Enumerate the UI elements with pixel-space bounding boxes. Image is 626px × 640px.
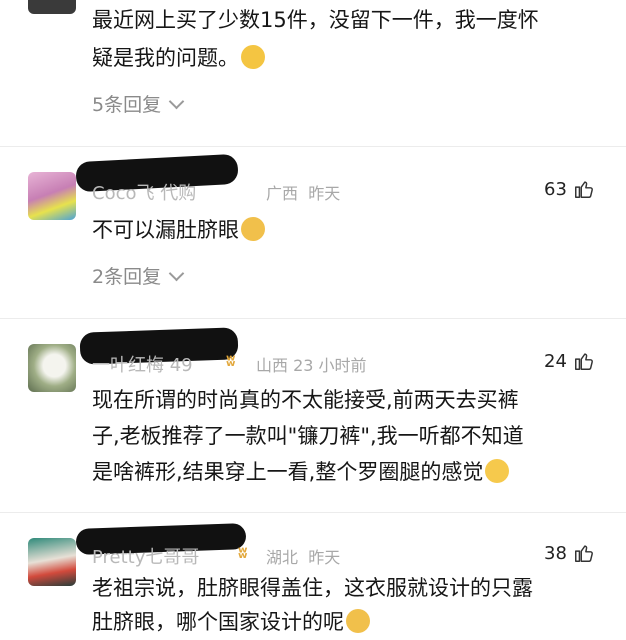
like-button[interactable]: 63 — [544, 178, 595, 200]
comment-text-line: 肚脐眼，哪个国家设计的呢 — [92, 606, 370, 638]
comment-text-line: 子,老板推荐了一款叫"镰刀裤",我一听都不知道 — [92, 424, 524, 448]
view-replies-button[interactable]: 5条回复 — [92, 90, 185, 117]
divider — [0, 512, 626, 513]
cat-emoji-icon — [346, 609, 370, 633]
like-button[interactable]: 24 — [544, 350, 595, 372]
cat-emoji-icon — [241, 217, 265, 241]
comment-text-line: 老祖宗说，肚脐眼得盖住，这衣服就设计的只露 — [92, 576, 533, 600]
divider — [0, 318, 626, 319]
comment-meta: 广西 昨天 — [266, 184, 341, 203]
view-replies-button[interactable]: 2条回复 — [92, 262, 185, 289]
comment-meta: 山西 23 小时前 — [256, 356, 367, 375]
laughing-crying-emoji-icon — [241, 45, 265, 69]
thumbs-up-icon — [574, 353, 593, 370]
username[interactable]: 一叶红梅 49 — [92, 351, 193, 377]
username[interactable]: Coco飞 代购 — [92, 179, 196, 205]
comment-text-line: 不可以漏肚脐眼 — [92, 214, 265, 246]
avatar-partial[interactable] — [28, 0, 76, 14]
avatar[interactable] — [28, 172, 76, 220]
avatar[interactable] — [28, 538, 76, 586]
comment-text-line: 现在所谓的时尚真的不太能接受,前两天去买裤 — [92, 388, 519, 412]
comment-text-line: 最近网上买了少数15件，没留下一件，我一度怀 — [92, 8, 539, 32]
chevron-down-icon — [168, 93, 185, 109]
divider — [0, 146, 626, 147]
vip-badge-icon: ʬ — [238, 543, 248, 562]
thumbs-up-icon — [574, 181, 593, 198]
like-button[interactable]: 38 — [544, 542, 595, 564]
thumbs-up-icon — [574, 545, 593, 562]
comment-text-line: 疑是我的问题。 — [92, 42, 265, 74]
chevron-down-icon — [168, 265, 185, 281]
grin-emoji-icon — [485, 459, 510, 483]
username[interactable]: Pretty七哥哥 — [92, 543, 199, 569]
avatar[interactable] — [28, 344, 76, 392]
comment-text-line: 是啥裤形,结果穿上一看,整个罗圈腿的感觉 — [92, 456, 510, 488]
vip-badge-icon: ʬ — [226, 351, 236, 370]
comment-meta: 湖北 昨天 — [266, 548, 341, 567]
